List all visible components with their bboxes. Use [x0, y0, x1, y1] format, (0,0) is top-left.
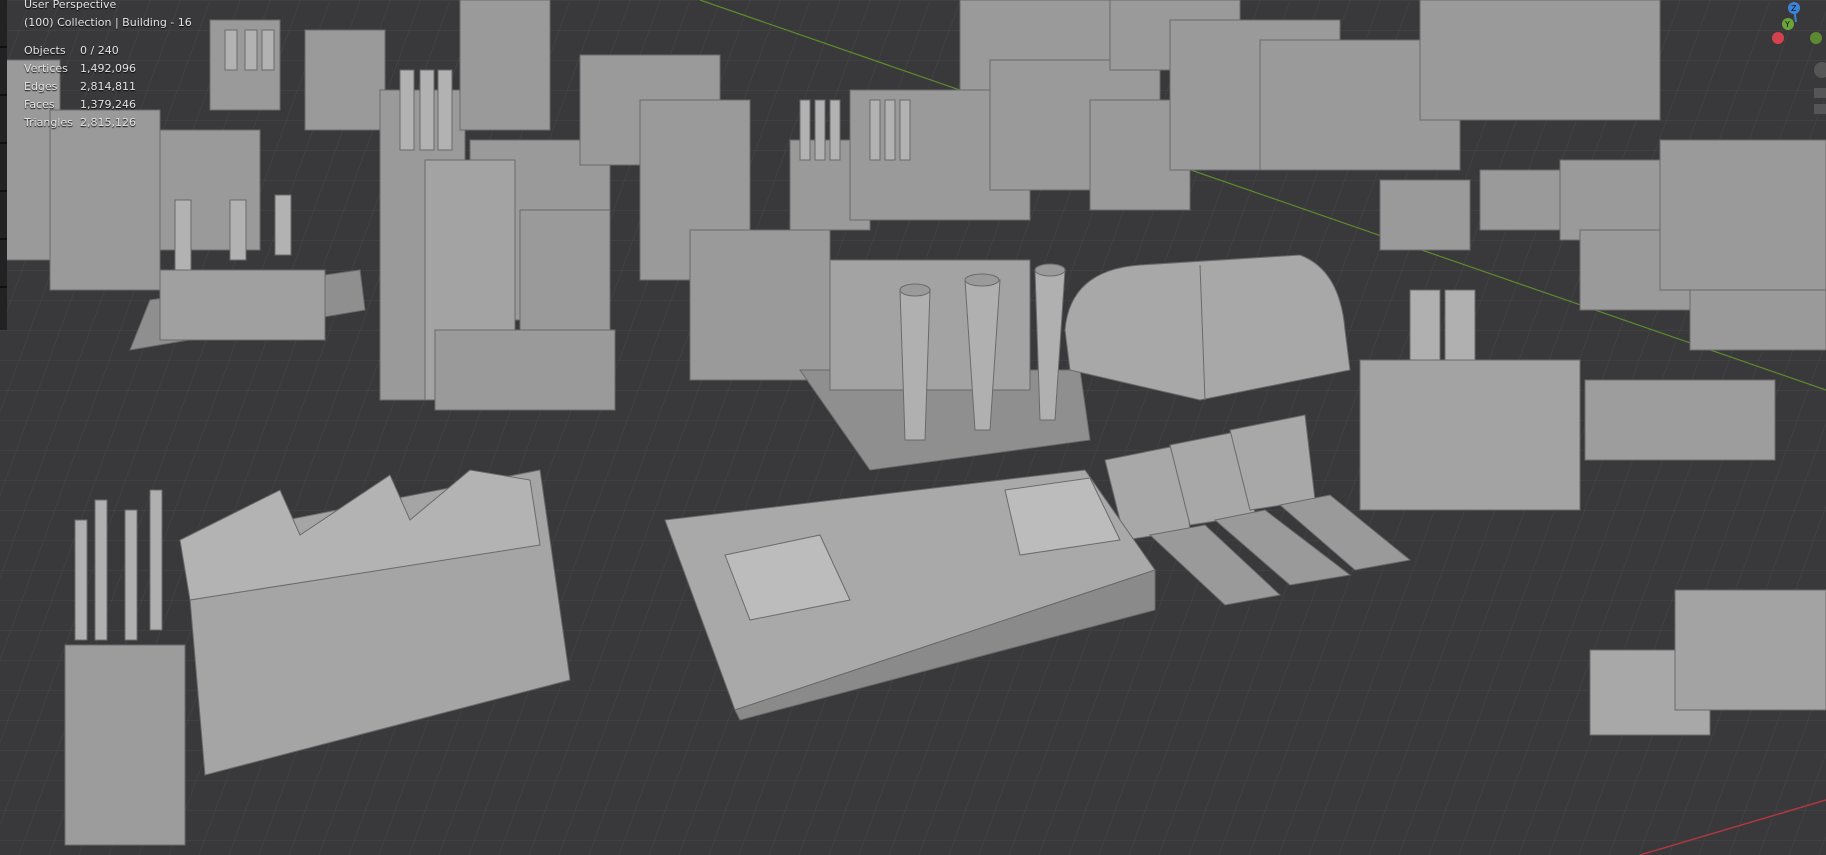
tool-slot[interactable] — [0, 192, 7, 240]
stat-value: 1,492,096 — [80, 62, 136, 75]
stat-row-vertices: Vertices 1,492,096 — [24, 60, 192, 78]
stat-label: Objects — [24, 44, 66, 57]
tool-slot[interactable] — [0, 0, 7, 48]
stat-label: Vertices — [24, 62, 68, 75]
stat-value: 0 / 240 — [80, 44, 119, 57]
stat-row-faces: Faces 1,379,246 — [24, 96, 192, 114]
hangar — [1064, 254, 1351, 401]
camera-view-icon[interactable] — [1814, 88, 1826, 98]
stat-value: 2,815,126 — [80, 116, 136, 129]
scene-statistics: Objects 0 / 240 Vertices 1,492,096 Edges… — [24, 42, 192, 132]
z-axis-label: Z — [1791, 4, 1797, 13]
viewport-info-overlay: User Perspective (100) Collection | Buil… — [24, 0, 192, 132]
stat-value: 2,814,811 — [80, 80, 136, 93]
left-platform-building — [159, 269, 326, 341]
hand-pan-icon[interactable] — [1814, 62, 1826, 78]
stat-label: Edges — [24, 80, 58, 93]
stat-value: 1,379,246 — [80, 98, 136, 111]
stat-row-triangles: Triangles 2,815,126 — [24, 114, 192, 132]
tool-slot[interactable] — [0, 96, 7, 144]
tool-slot[interactable] — [0, 48, 7, 96]
stat-row-objects: Objects 0 / 240 — [24, 42, 192, 60]
toolbar-strip[interactable] — [0, 0, 7, 330]
y-negative-axis-icon[interactable] — [1810, 32, 1822, 44]
small-building-2 — [1674, 589, 1826, 711]
perspective-label: User Perspective — [24, 0, 117, 11]
tool-slot[interactable] — [0, 240, 7, 288]
tool-slot[interactable] — [0, 144, 7, 192]
x-axis-icon[interactable] — [1772, 32, 1784, 44]
scene-canvas[interactable] — [0, 0, 1826, 855]
right-building — [1359, 359, 1581, 511]
stat-label: Faces — [24, 98, 55, 111]
grid-toggle-icon[interactable] — [1814, 104, 1826, 114]
stat-row-edges: Edges 2,814,811 — [24, 78, 192, 96]
navigation-gizmo[interactable]: Z Y — [1756, 0, 1826, 120]
stat-label: Triangles — [24, 116, 73, 129]
3d-viewport[interactable]: User Perspective (100) Collection | Buil… — [0, 0, 1826, 855]
collection-label: (100) Collection | Building - 16 — [24, 16, 192, 29]
y-axis-label: Y — [1784, 20, 1790, 29]
